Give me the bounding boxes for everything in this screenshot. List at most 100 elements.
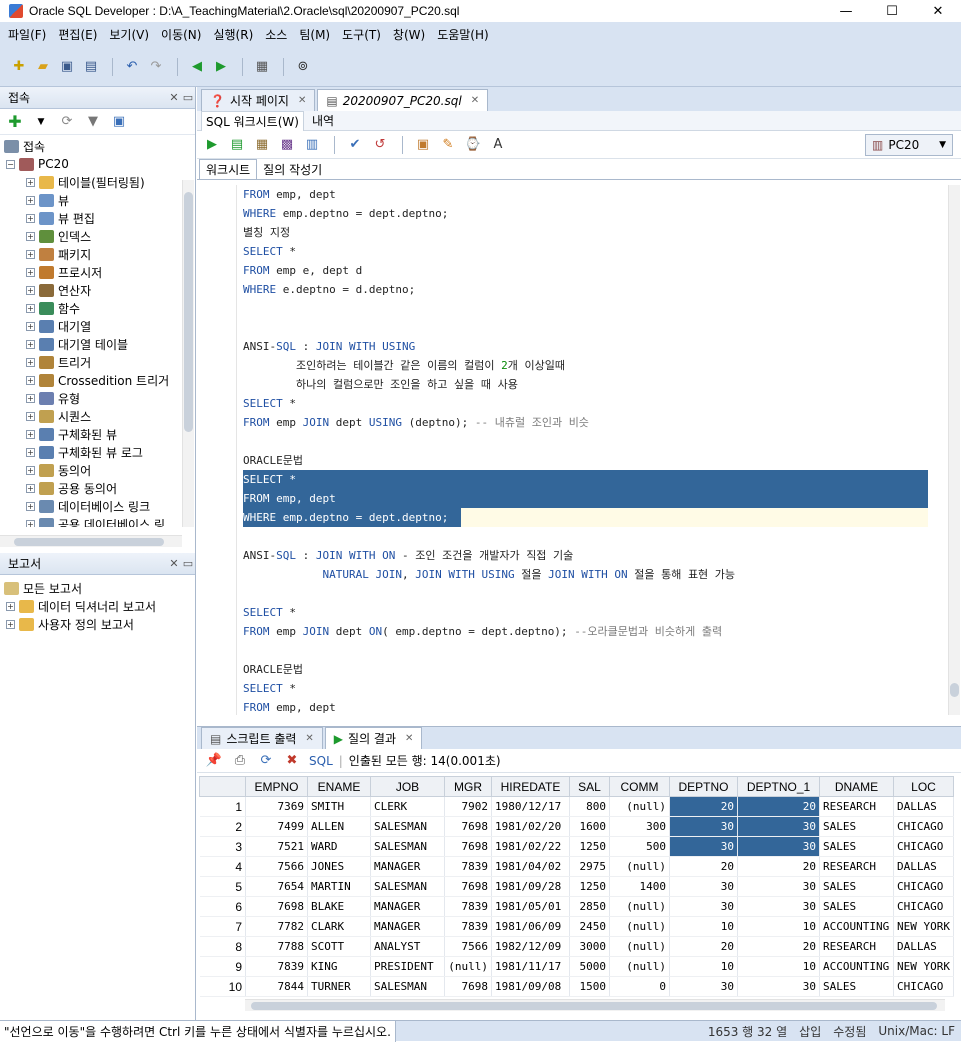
tree-item[interactable]: + 대기열 테이블: [0, 335, 195, 353]
tree-item[interactable]: + 패키지: [0, 245, 195, 263]
table-cell[interactable]: 30: [669, 976, 738, 997]
table-cell[interactable]: 30: [737, 836, 820, 857]
table-cell[interactable]: CHICAGO: [893, 876, 954, 897]
menu-window[interactable]: 창(W): [389, 26, 433, 43]
menu-navigate[interactable]: 이동(N): [157, 26, 209, 43]
code-line[interactable]: 하나의 컬럼으로만 조인을 하고 싶을 때 사용: [243, 375, 928, 394]
tab-history[interactable]: 내역: [308, 111, 338, 131]
table-cell[interactable]: DALLAS: [893, 936, 954, 957]
code-line[interactable]: SELECT *: [243, 679, 928, 698]
code-line[interactable]: [243, 318, 928, 337]
row-number[interactable]: 4: [199, 856, 246, 877]
table-cell[interactable]: 3000: [569, 936, 610, 957]
table-cell[interactable]: 2450: [569, 916, 610, 937]
save-all-icon[interactable]: ▤: [82, 58, 100, 76]
expand-icon[interactable]: +: [26, 465, 35, 475]
table-cell[interactable]: CHICAGO: [893, 976, 954, 997]
expand-icon[interactable]: +: [26, 249, 35, 259]
row-number[interactable]: 9: [199, 956, 246, 977]
back-icon[interactable]: ◀: [188, 58, 206, 76]
table-cell[interactable]: CLARK: [307, 916, 371, 937]
table-cell[interactable]: 1600: [569, 816, 610, 837]
table-cell[interactable]: 5000: [569, 956, 610, 977]
table-cell[interactable]: 7566: [245, 856, 308, 877]
redo-icon[interactable]: ↷: [147, 58, 165, 76]
collapse-icon[interactable]: −: [6, 159, 15, 169]
table-cell[interactable]: CHICAGO: [893, 836, 954, 857]
table-row[interactable]: 6 7698 BLAKE MANAGER 7839 1981/05/01 2850 (null…: [199, 896, 954, 917]
table-cell[interactable]: 30: [737, 816, 820, 837]
tree-item[interactable]: + 공용 동의어: [0, 479, 195, 497]
table-cell[interactable]: 20: [669, 936, 738, 957]
table-cell[interactable]: SALESMAN: [370, 976, 445, 997]
editor-vscrollbar[interactable]: [948, 185, 960, 715]
table-cell[interactable]: 7654: [245, 876, 308, 897]
run-script-icon[interactable]: ▤: [228, 136, 246, 154]
table-row[interactable]: 2 7499 ALLEN SALESMAN 7698 1981/02/20 1600 300 3…: [199, 816, 954, 837]
table-cell[interactable]: (null): [609, 796, 670, 817]
code-line[interactable]: ORACLE문법: [243, 451, 928, 470]
code-line[interactable]: FROM emp JOIN dept ON( emp.deptno = dept…: [243, 622, 928, 641]
code-line[interactable]: SELECT *: [243, 603, 928, 622]
table-cell[interactable]: SCOTT: [307, 936, 371, 957]
tree-item[interactable]: + 뷰: [0, 191, 195, 209]
code-line[interactable]: [243, 641, 928, 660]
code-line[interactable]: [243, 584, 928, 603]
table-cell[interactable]: 7698: [444, 836, 492, 857]
column-header[interactable]: MGR: [444, 776, 492, 797]
scroll-thumb[interactable]: [950, 683, 959, 697]
tree-item[interactable]: + 공용 데이터베이스 링: [0, 515, 195, 527]
table-cell[interactable]: 7521: [245, 836, 308, 857]
table-cell[interactable]: 7782: [245, 916, 308, 937]
tree-item[interactable]: + Crossedition 트리거: [0, 371, 195, 389]
table-cell[interactable]: DALLAS: [893, 796, 954, 817]
tree-item[interactable]: + 구체화된 뷰: [0, 425, 195, 443]
tree-item[interactable]: + 시퀀스: [0, 407, 195, 425]
add-connection-icon[interactable]: ✚: [6, 112, 24, 131]
table-cell[interactable]: PRESIDENT: [370, 956, 445, 977]
menu-team[interactable]: 팀(M): [295, 26, 338, 43]
table-row[interactable]: 4 7566 JONES MANAGER 7839 1981/04/02 2975 (null…: [199, 856, 954, 877]
code-line[interactable]: ANSI-SQL : JOIN WITH ON - 조인 조건을 개발자가 직접…: [243, 546, 928, 565]
sql-tuning-icon[interactable]: ▥: [303, 136, 321, 154]
table-cell[interactable]: 20: [737, 856, 820, 877]
commit-icon[interactable]: ✔: [346, 136, 364, 154]
table-cell[interactable]: (null): [609, 916, 670, 937]
expand-icon[interactable]: +: [26, 375, 35, 385]
expand-icon[interactable]: +: [26, 447, 35, 457]
row-number[interactable]: 1: [199, 796, 246, 817]
table-cell[interactable]: 300: [609, 816, 670, 837]
scroll-thumb[interactable]: [184, 192, 193, 432]
table-cell[interactable]: WARD: [307, 836, 371, 857]
column-header[interactable]: COMM: [609, 776, 670, 797]
tree-item[interactable]: + 테이블(필터링됨): [0, 173, 195, 191]
sql-link[interactable]: SQL: [309, 754, 333, 768]
table-cell[interactable]: MANAGER: [370, 896, 445, 917]
table-cell[interactable]: 1981/05/01: [491, 896, 570, 917]
minimize-icon[interactable]: ▭: [181, 557, 195, 570]
save-icon[interactable]: ▣: [58, 58, 76, 76]
table-cell[interactable]: MANAGER: [370, 916, 445, 937]
table-cell[interactable]: NEW YORK: [893, 956, 954, 977]
table-cell[interactable]: 1500: [569, 976, 610, 997]
table-cell[interactable]: 7788: [245, 936, 308, 957]
table-cell[interactable]: 10: [669, 956, 738, 977]
code-line[interactable]: SELECT *: [243, 242, 928, 261]
table-cell[interactable]: 10: [669, 916, 738, 937]
undo-icon[interactable]: ↶: [123, 58, 141, 76]
expand-icon[interactable]: +: [6, 619, 15, 629]
tree-item[interactable]: + 유형: [0, 389, 195, 407]
table-cell[interactable]: ANALYST: [370, 936, 445, 957]
table-cell[interactable]: SALES: [819, 876, 894, 897]
table-cell[interactable]: 1250: [569, 876, 610, 897]
expand-icon[interactable]: +: [26, 267, 35, 277]
table-cell[interactable]: 10: [737, 916, 820, 937]
table-cell[interactable]: 7839: [245, 956, 308, 977]
table-cell[interactable]: SALES: [819, 976, 894, 997]
forward-icon[interactable]: ▶: [212, 58, 230, 76]
table-cell[interactable]: 7902: [444, 796, 492, 817]
table-cell[interactable]: KING: [307, 956, 371, 977]
pin-icon[interactable]: 📌: [205, 752, 223, 770]
tree-item[interactable]: + 구체화된 뷰 로그: [0, 443, 195, 461]
binoculars-icon[interactable]: ⊚: [294, 58, 312, 76]
